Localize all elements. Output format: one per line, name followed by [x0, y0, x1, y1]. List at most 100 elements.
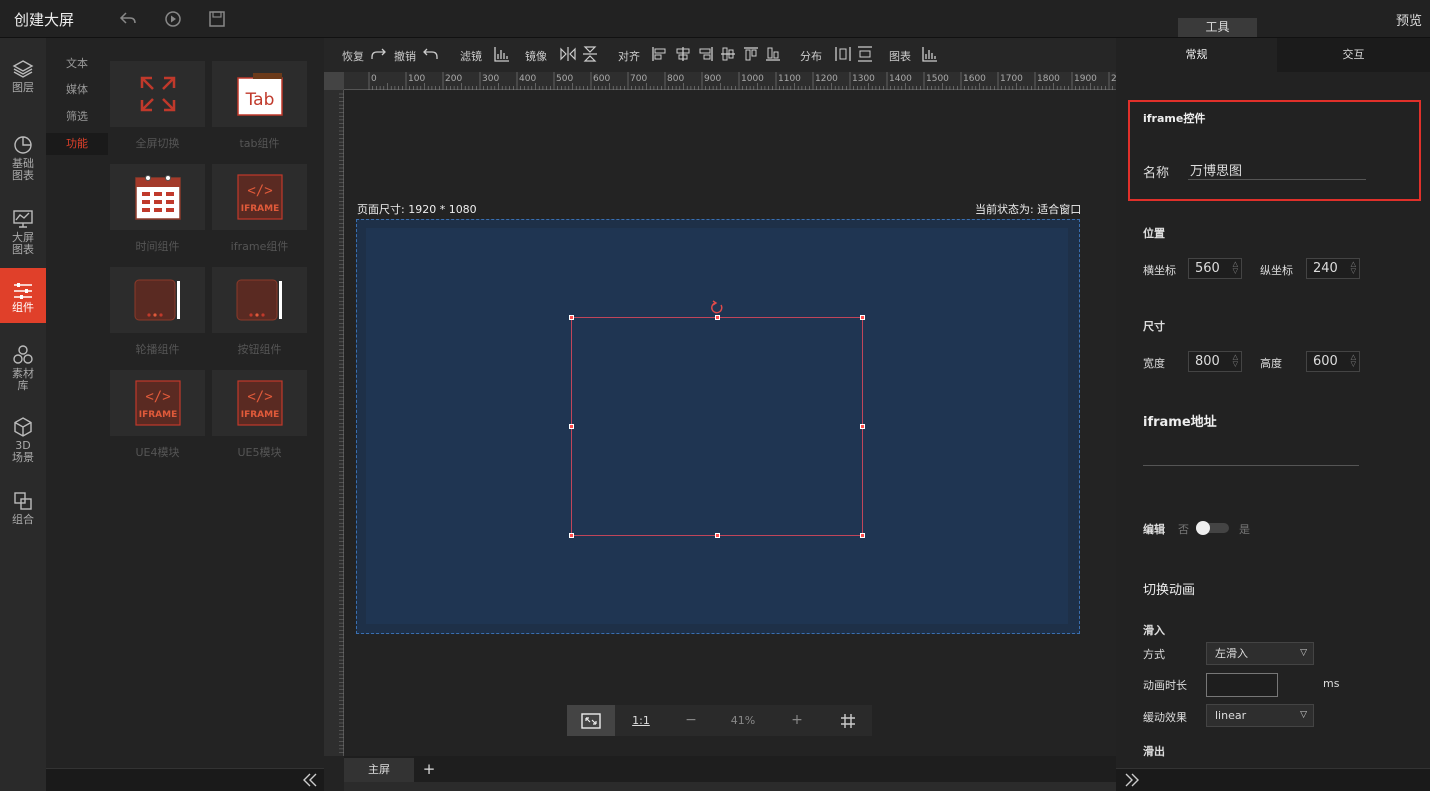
- component-ue5[interactable]: </> IFRAME UE5模块: [212, 370, 307, 465]
- ruler-tick-label: 1800: [1037, 74, 1060, 84]
- iframe-selection-box[interactable]: [569, 315, 865, 538]
- save-icon[interactable]: [207, 9, 227, 29]
- resize-handle-s[interactable]: [715, 533, 720, 538]
- align-top-icon[interactable]: [743, 46, 759, 62]
- height-input[interactable]: 600 △ ▽: [1306, 351, 1360, 372]
- preview-button[interactable]: 预览: [1396, 10, 1422, 29]
- resize-handle-e[interactable]: [860, 424, 865, 429]
- align-left-icon[interactable]: [651, 46, 667, 62]
- mirror-label[interactable]: 镜像: [525, 48, 547, 64]
- ruler-ticks-h: 0 100 200 300 400 500 600 700 800 900 1000 1100 1200…: [368, 72, 1128, 90]
- redo-label[interactable]: 恢复: [342, 48, 364, 64]
- resize-handle-ne[interactable]: [860, 315, 865, 320]
- slide-in-label: 滑入: [1143, 624, 1165, 637]
- calendar-icon: [134, 175, 181, 220]
- easing-select[interactable]: linear ▽: [1206, 704, 1314, 727]
- undo-label[interactable]: 撤销: [394, 48, 416, 64]
- component-carousel[interactable]: 轮播组件: [110, 267, 205, 362]
- right-collapse-bar[interactable]: [1116, 768, 1430, 791]
- fit-window-button[interactable]: [567, 705, 615, 736]
- grid-toggle-button[interactable]: [825, 705, 871, 736]
- zoom-out-button[interactable]: −: [671, 705, 711, 736]
- nav-item-3d-scene[interactable]: 3D场景: [0, 416, 46, 466]
- nav-item-group[interactable]: 组合: [0, 490, 46, 530]
- zoom-in-button[interactable]: +: [777, 705, 817, 736]
- ruler-tick-label: 600: [593, 74, 610, 84]
- y-input[interactable]: 240 △ ▽: [1306, 258, 1360, 279]
- x-input[interactable]: 560 △ ▽: [1188, 258, 1242, 279]
- filter-label[interactable]: 滤镜: [460, 48, 482, 64]
- double-chevron-left-icon[interactable]: [302, 773, 318, 787]
- back-icon[interactable]: [118, 9, 138, 29]
- component-button[interactable]: 按钮组件: [212, 267, 307, 362]
- rotate-handle-icon[interactable]: [709, 300, 725, 316]
- component-fullscreen[interactable]: 全屏切换: [110, 61, 205, 156]
- spinner-icon[interactable]: △ ▽: [1351, 354, 1356, 368]
- url-input[interactable]: [1143, 465, 1359, 466]
- mirror-horizontal-icon[interactable]: [560, 46, 576, 62]
- zoom-one-to-one-button[interactable]: 1:1: [619, 705, 663, 736]
- method-select[interactable]: 左滑入 ▽: [1206, 642, 1314, 665]
- app-title: 创建大屏: [14, 11, 75, 29]
- align-right-icon[interactable]: [698, 46, 714, 62]
- width-input[interactable]: 800 △ ▽: [1188, 351, 1242, 372]
- category-text[interactable]: 文本: [46, 53, 108, 75]
- distribute-label[interactable]: 分布: [800, 48, 822, 64]
- redo-icon[interactable]: [370, 46, 386, 62]
- edit-toggle-knob[interactable]: [1196, 521, 1210, 535]
- mirror-vertical-icon[interactable]: [582, 46, 598, 62]
- category-function[interactable]: 功能: [46, 133, 108, 155]
- tab-interaction[interactable]: 交互: [1277, 38, 1430, 72]
- svg-text:</>: </>: [145, 389, 170, 405]
- component-ue4[interactable]: </> IFRAME UE4模块: [110, 370, 205, 465]
- spinner-icon[interactable]: △ ▽: [1233, 261, 1238, 275]
- category-filter[interactable]: 筛选: [46, 106, 108, 128]
- method-label: 方式: [1143, 648, 1165, 661]
- y-value: 240: [1313, 261, 1338, 276]
- tools-tab[interactable]: 工具: [1178, 18, 1257, 37]
- name-input[interactable]: 万博思图: [1188, 160, 1366, 180]
- double-chevron-right-icon[interactable]: [1124, 773, 1140, 787]
- resize-handle-w[interactable]: [569, 424, 574, 429]
- spinner-icon[interactable]: △ ▽: [1233, 354, 1238, 368]
- nav-item-layers[interactable]: 图层: [0, 58, 46, 102]
- chart-label[interactable]: 图表: [889, 48, 911, 64]
- duration-input[interactable]: [1206, 673, 1278, 697]
- position-label: 位置: [1143, 227, 1165, 240]
- undo-icon[interactable]: [423, 46, 439, 62]
- distribute-v-icon[interactable]: [857, 46, 873, 62]
- resize-handle-sw[interactable]: [569, 533, 574, 538]
- spinner-icon[interactable]: △ ▽: [1351, 261, 1356, 275]
- nav-item-basic-charts[interactable]: 基础图表: [0, 134, 46, 184]
- left-collapse-bar[interactable]: [46, 768, 324, 791]
- height-label: 高度: [1260, 357, 1282, 370]
- pie-chart-icon: [14, 136, 32, 154]
- nav-item-bigscreen-charts[interactable]: 大屏图表: [0, 208, 46, 258]
- align-label[interactable]: 对齐: [618, 48, 640, 64]
- chevron-down-icon: ▽: [1300, 710, 1307, 720]
- iframe-icon: </> IFRAME: [236, 174, 283, 220]
- category-media[interactable]: 媒体: [46, 79, 108, 101]
- resize-handle-se[interactable]: [860, 533, 865, 538]
- add-screen-button[interactable]: +: [418, 758, 440, 780]
- nav-item-assets[interactable]: 素材库: [0, 344, 46, 394]
- filter-chart-icon[interactable]: [494, 46, 510, 62]
- component-label: 时间组件: [135, 240, 180, 253]
- resize-handle-nw[interactable]: [569, 315, 574, 320]
- play-icon[interactable]: [163, 9, 183, 29]
- page-size-label: 页面尺寸: 1920 * 1080: [357, 203, 477, 216]
- component-iframe[interactable]: </> IFRAME iframe组件: [212, 164, 307, 259]
- tab-general[interactable]: 常规: [1116, 38, 1277, 72]
- component-time[interactable]: 时间组件: [110, 164, 205, 259]
- screen-tab-main[interactable]: 主屏: [344, 758, 414, 782]
- horizontal-scrollbar[interactable]: [344, 782, 1116, 791]
- component-tab[interactable]: Tab tab组件: [212, 61, 307, 156]
- chart-icon[interactable]: [922, 46, 938, 62]
- align-center-h-icon[interactable]: [675, 46, 691, 62]
- distribute-h-icon[interactable]: [835, 46, 851, 62]
- fit-window-icon: [581, 713, 601, 729]
- align-center-v-icon[interactable]: [720, 46, 736, 62]
- align-bottom-icon[interactable]: [765, 46, 781, 62]
- size-label: 尺寸: [1143, 320, 1165, 333]
- nav-item-components[interactable]: 组件: [0, 268, 46, 323]
